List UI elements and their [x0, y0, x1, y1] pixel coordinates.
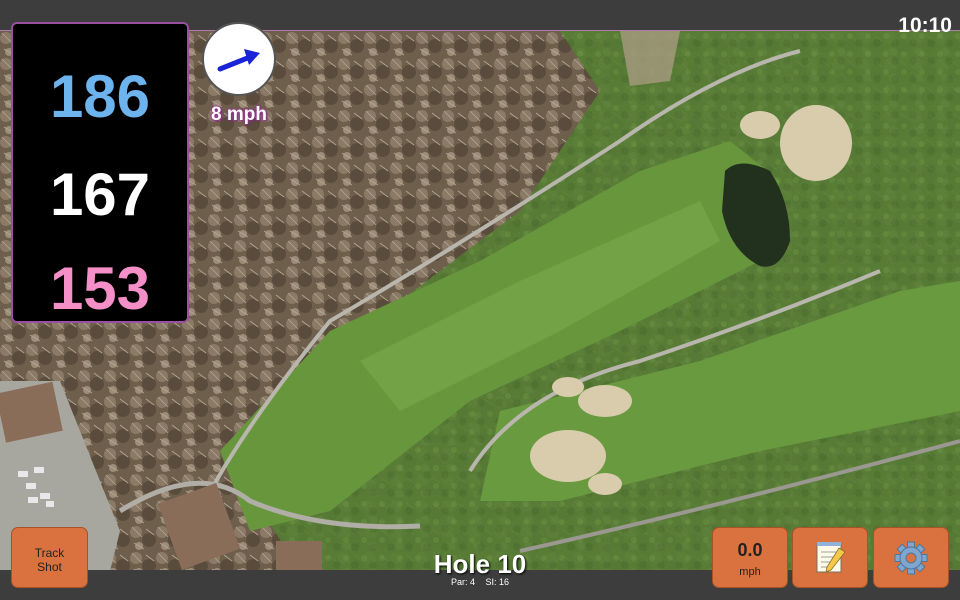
track-shot-button[interactable]: Track Shot: [11, 527, 88, 588]
settings-button[interactable]: [873, 527, 949, 588]
speed-unit: mph: [739, 566, 761, 578]
notes-button[interactable]: [792, 527, 868, 588]
notepad-icon: [816, 542, 846, 573]
front-distance: 153: [49, 255, 151, 322]
hole-info: Par: 4 SI: 16: [380, 577, 580, 587]
speed-button[interactable]: 0.0 mph: [712, 527, 788, 588]
wind-speed: 8 mph: [211, 104, 267, 125]
gear-icon: [894, 541, 928, 575]
back-distance: 186: [49, 63, 151, 130]
distance-panel: 186 167 153: [11, 22, 189, 323]
wind-direction-indicator: [202, 22, 276, 96]
hole-title: Hole 10: [433, 549, 527, 579]
wind-arrow-icon: [217, 49, 260, 72]
speed-value: 0.0: [737, 540, 763, 560]
hole-par: Par: 4: [450, 577, 475, 587]
track-shot-label-line2: Shot: [37, 560, 62, 574]
clock: 10:10: [898, 14, 952, 37]
hole-stroke-index: SI: 16: [485, 577, 510, 587]
track-shot-label-line1: Track: [34, 546, 65, 560]
middle-distance: 167: [49, 161, 151, 228]
